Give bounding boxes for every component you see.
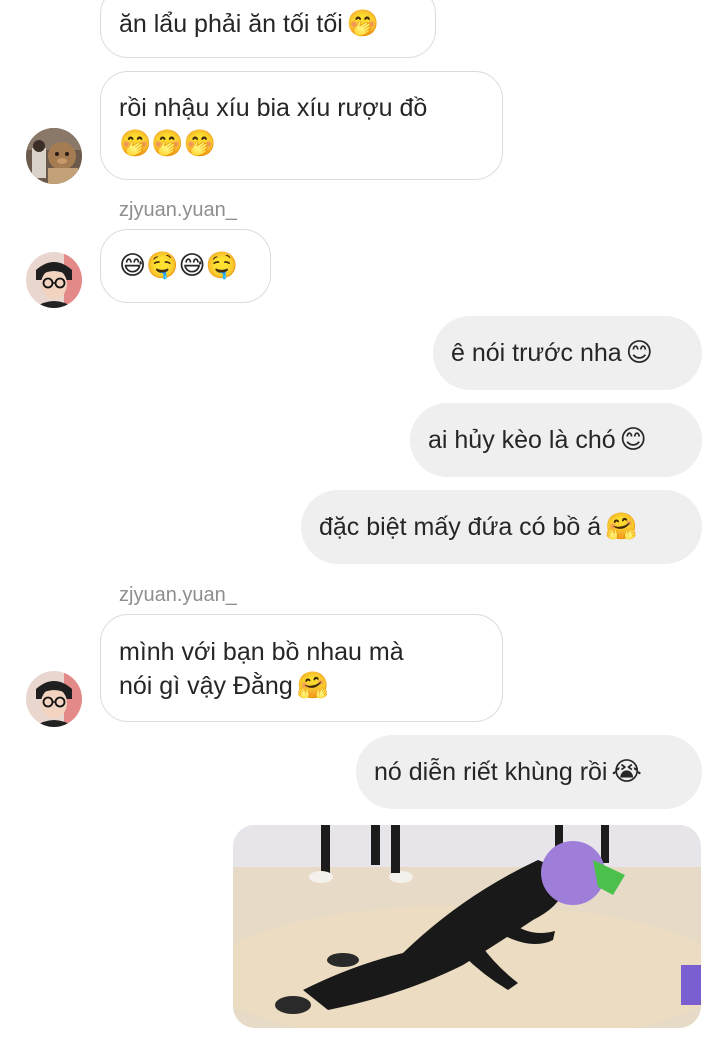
sender-avatar[interactable]: [26, 128, 82, 184]
emoji: 🤗: [605, 512, 638, 542]
emoji: 🤗: [296, 671, 330, 701]
received-message-bubble[interactable]: 😅🤤😅🤤: [100, 229, 271, 303]
emoji: 🤭: [346, 9, 380, 39]
sender-avatar[interactable]: [26, 671, 82, 727]
avatar-photo: [26, 252, 82, 308]
message-text: ê nói trước nha: [451, 339, 622, 367]
received-message-bubble[interactable]: rồi nhậu xíu bia xíu rượu đồ 🤭🤭🤭: [100, 71, 503, 180]
sender-username[interactable]: zjyuan.yuan_: [119, 583, 237, 607]
emoji: 🤭🤭🤭: [119, 129, 217, 159]
message-text: nó diễn riết khùng rồi: [374, 758, 608, 786]
sent-message-bubble[interactable]: ai hủy kèo là chó 😊: [410, 403, 702, 477]
avatar-photo: [26, 128, 82, 184]
sent-message-bubble[interactable]: ê nói trước nha 😊: [433, 316, 702, 390]
sent-message-bubble[interactable]: nó diễn riết khùng rồi 😭: [356, 735, 702, 809]
emoji: 😊: [619, 425, 647, 455]
message-text: mình với bạn bồ nhau mà: [119, 638, 404, 666]
emoji: 😅🤤😅🤤: [119, 251, 238, 281]
message-text: đặc biệt mấy đứa có bồ á: [319, 513, 602, 541]
gif-image: [233, 825, 701, 1028]
sender-username[interactable]: zjyuan.yuan_: [119, 198, 237, 222]
received-message-bubble[interactable]: ăn lẩu phải ăn tối tối 🤭: [100, 0, 436, 58]
message-text: nói gì vậy Đằng: [119, 672, 293, 700]
emoji: 😊: [625, 338, 653, 368]
sender-avatar[interactable]: [26, 252, 82, 308]
avatar-photo: [26, 671, 82, 727]
received-message-bubble[interactable]: mình với bạn bồ nhau mà nói gì vậy Đằng 🤗: [100, 614, 503, 722]
gif-message[interactable]: [233, 825, 701, 1028]
message-text: ăn lẩu phải ăn tối tối: [119, 10, 343, 38]
message-text: rồi nhậu xíu bia xíu rượu đồ: [119, 94, 428, 122]
emoji: 😭: [611, 757, 642, 787]
sent-message-bubble[interactable]: đặc biệt mấy đứa có bồ á 🤗: [301, 490, 702, 564]
message-text: ai hủy kèo là chó: [428, 426, 616, 454]
